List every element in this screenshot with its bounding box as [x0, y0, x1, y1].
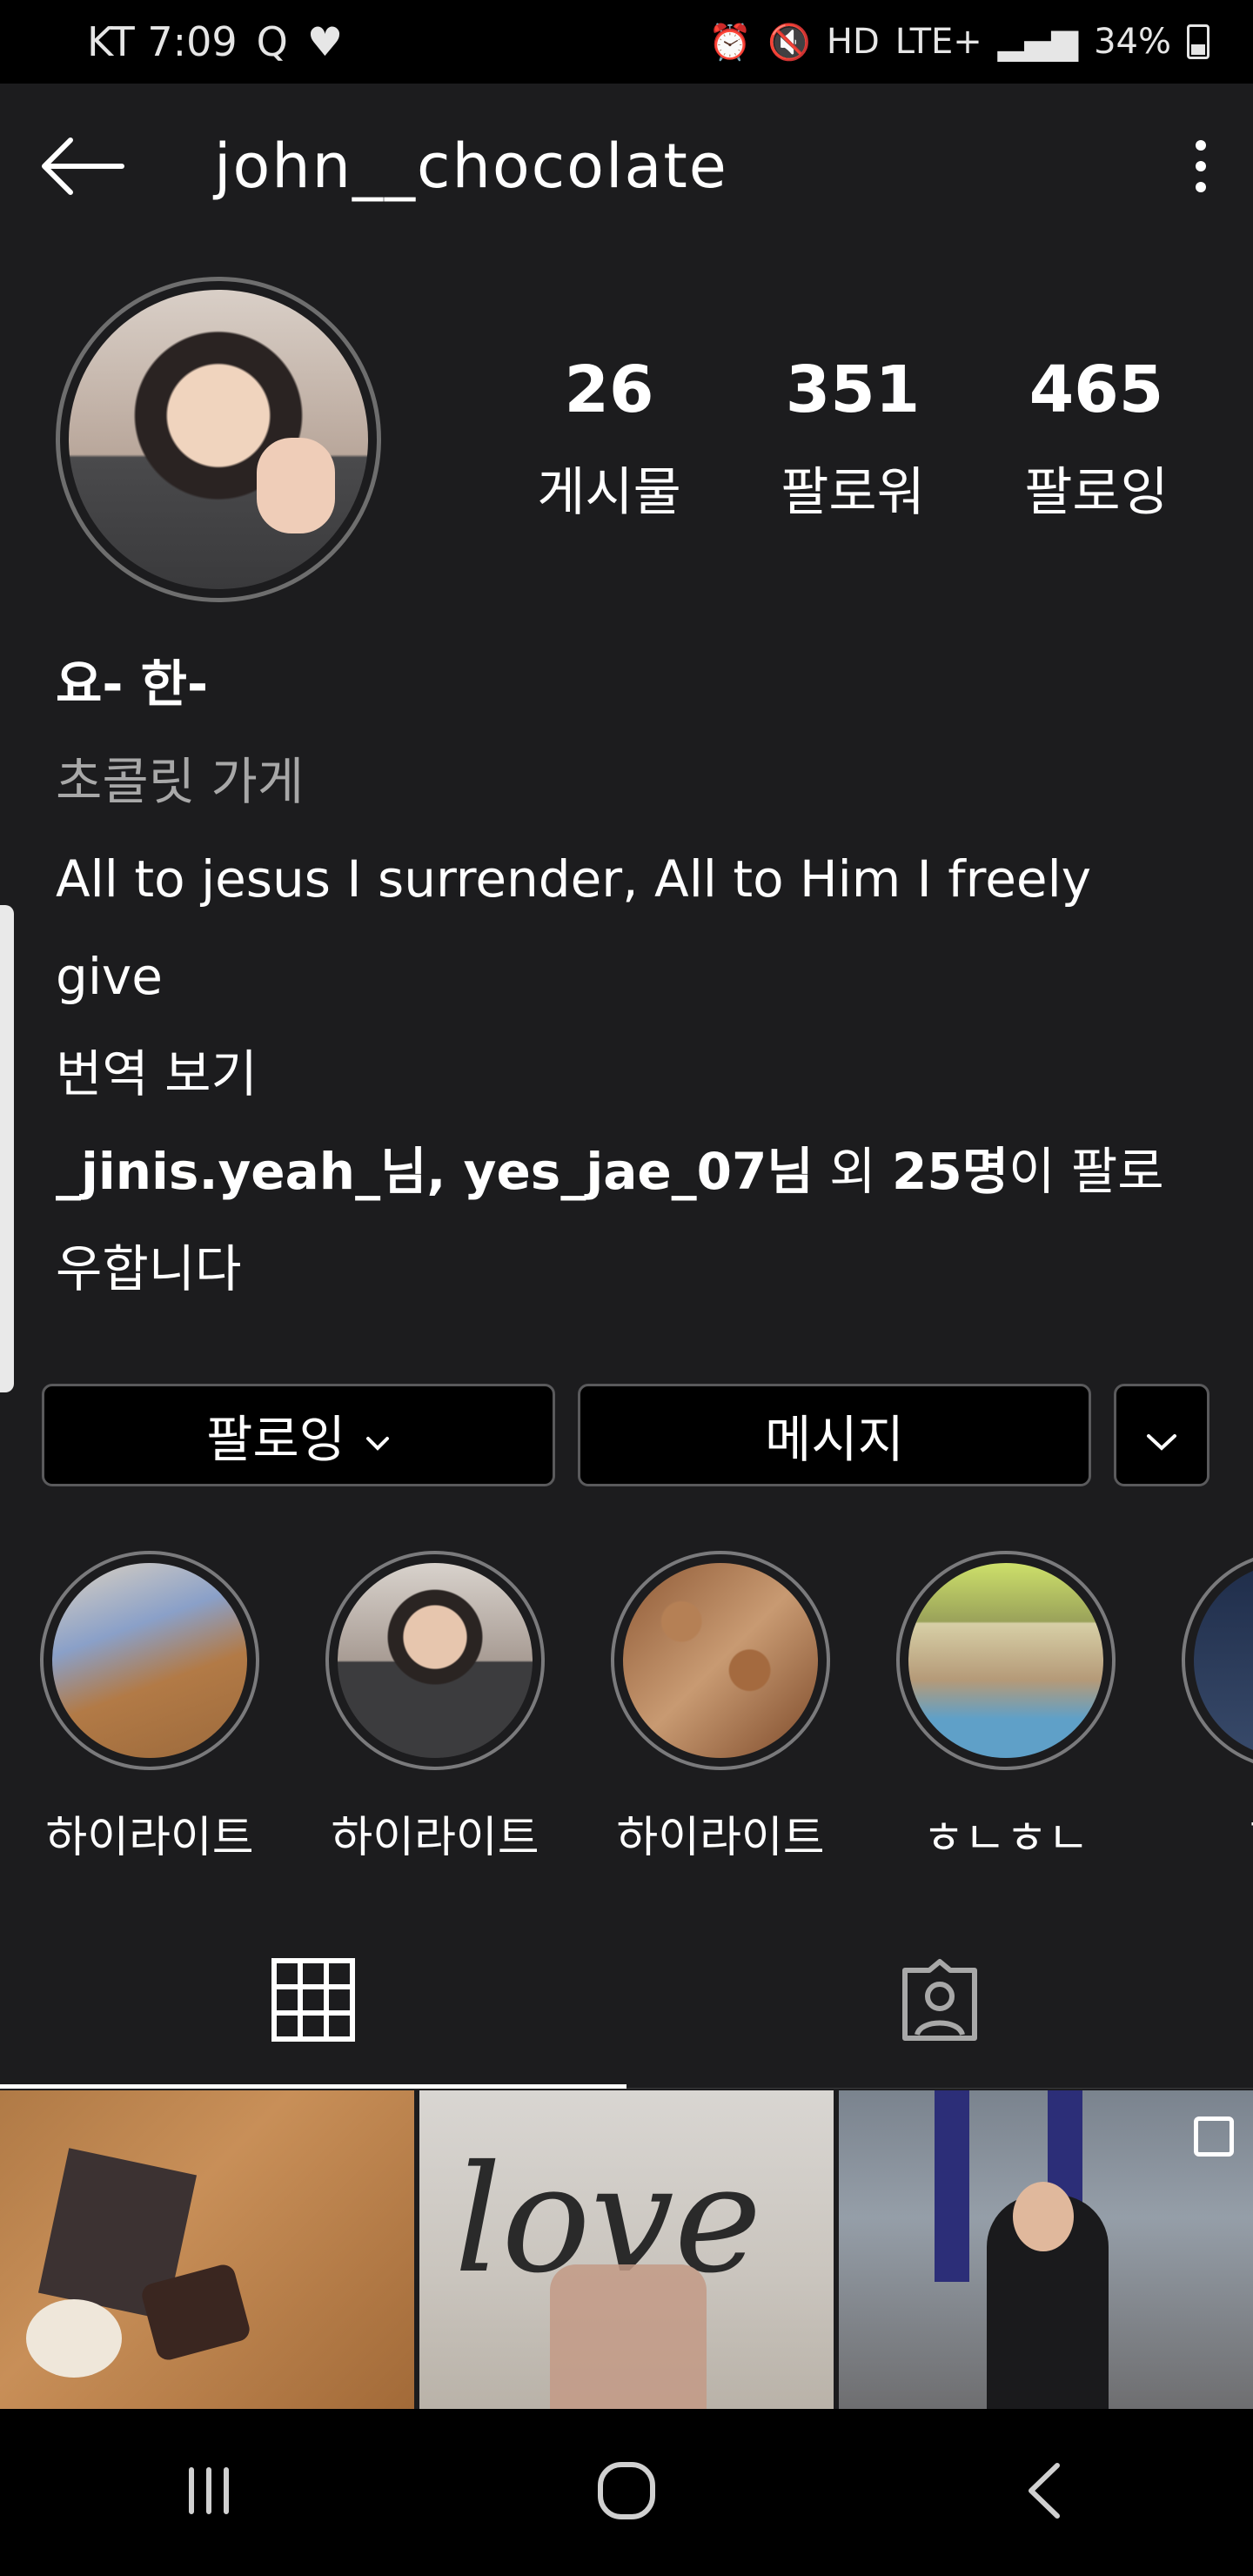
- highlight-cover: [52, 1563, 247, 1758]
- chevron-down-icon: [1144, 1405, 1179, 1465]
- highlight-label: 하이라이트: [616, 1813, 825, 1855]
- stat-followers-label: 팔로워: [781, 462, 925, 523]
- avatar-image: [69, 290, 368, 589]
- status-bar: KT 7:09 Q ♥ ⏰ 🔇 HD LTE+ ▂▄▆ 34%: [0, 0, 1253, 84]
- back-arrow-icon[interactable]: [35, 118, 131, 214]
- alarm-icon: ⏰: [708, 22, 753, 63]
- q-icon: Q: [256, 18, 288, 65]
- followed-by-names: _jinis.yeah_님, yes_jae_07님: [56, 1142, 814, 1201]
- carrier-time: KT 7:09: [87, 18, 238, 65]
- heart-icon: ♥: [306, 18, 344, 65]
- stat-following[interactable]: 465 팔로잉: [975, 352, 1218, 526]
- highlight-cover: [623, 1563, 818, 1758]
- home-button[interactable]: [418, 2460, 835, 2525]
- stat-followers[interactable]: 351 팔로워: [731, 352, 975, 526]
- highlight-label: 하이라이트: [331, 1813, 539, 1855]
- bio-display-name: 요- 한-: [56, 654, 209, 714]
- battery-percent: 34%: [1094, 22, 1171, 62]
- stat-followers-value: 351: [785, 352, 921, 427]
- home-icon: [596, 2460, 657, 2525]
- stat-posts[interactable]: 26 게시물: [487, 352, 731, 526]
- back-icon: [1022, 2460, 1066, 2525]
- tab-posts-grid[interactable]: [0, 1915, 626, 2089]
- suggested-accounts-button[interactable]: [1114, 1384, 1209, 1486]
- network-label: LTE+: [895, 22, 982, 62]
- followed-by-mid: 외: [813, 1142, 892, 1201]
- profile-actions: 팔로잉 메시지: [42, 1384, 1211, 1486]
- signal-icon: ▂▄▆: [997, 22, 1079, 62]
- edge-panel-handle[interactable]: [0, 905, 14, 1392]
- bio-text: All to jesus I surrender, All to Him I f…: [56, 849, 1092, 1006]
- highlight-label: 하이라이트: [45, 1813, 254, 1855]
- multiple-photos-icon: [1194, 2116, 1234, 2157]
- chevron-down-icon: [365, 1405, 391, 1465]
- followed-by-count: 25명: [891, 1142, 1009, 1201]
- highlight-item[interactable]: 하이: [1182, 1551, 1253, 1855]
- more-options-icon[interactable]: [1183, 140, 1218, 192]
- highlight-cover: [338, 1563, 533, 1758]
- message-button-label: 메시지: [764, 1410, 905, 1469]
- post-thumbnail[interactable]: love: [419, 2090, 834, 2409]
- back-button[interactable]: [835, 2460, 1253, 2525]
- highlight-item[interactable]: 하이라이트: [325, 1551, 545, 1855]
- highlight-item[interactable]: 하이라이트: [611, 1551, 830, 1855]
- stat-posts-label: 게시물: [537, 462, 681, 523]
- profile-tabs: [0, 1915, 1253, 2089]
- battery-icon: [1187, 24, 1209, 59]
- following-button-label: 팔로잉: [205, 1410, 346, 1469]
- recent-apps-icon: [183, 2465, 235, 2520]
- highlight-item[interactable]: 하이라이트: [40, 1551, 259, 1855]
- following-button[interactable]: 팔로잉: [42, 1384, 555, 1486]
- recent-apps-button[interactable]: [0, 2465, 418, 2520]
- system-navigation-bar: [0, 2409, 1253, 2576]
- post-grid: love: [0, 2090, 1253, 2409]
- translate-link[interactable]: 번역 보기: [56, 1025, 1204, 1123]
- top-bar: john__chocolate: [0, 84, 1253, 249]
- active-tab-indicator: [0, 2084, 626, 2089]
- message-button[interactable]: 메시지: [578, 1384, 1091, 1486]
- highlight-cover: [1194, 1563, 1253, 1758]
- tabs-divider: [626, 2088, 1253, 2089]
- tagged-person-icon: [898, 1958, 982, 2045]
- hd-badge: HD: [826, 22, 880, 62]
- highlight-item[interactable]: ㅎㄴㅎㄴ: [896, 1551, 1116, 1855]
- stat-posts-value: 26: [564, 352, 654, 427]
- tab-tagged[interactable]: [626, 1915, 1253, 2089]
- stat-following-label: 팔로잉: [1024, 462, 1169, 523]
- bio-category: 초콜릿 가게: [56, 752, 305, 811]
- highlight-label: ㅎㄴㅎㄴ: [922, 1813, 1089, 1855]
- mute-icon: 🔇: [767, 22, 811, 63]
- post-thumbnail[interactable]: [839, 2090, 1253, 2409]
- profile-stats: 26 게시물 351 팔로워 465 팔로잉: [487, 352, 1218, 526]
- post-thumbnail[interactable]: [0, 2090, 414, 2409]
- followed-by[interactable]: _jinis.yeah_님, yes_jae_07님 외 25명이 팔로우합니다: [56, 1123, 1204, 1318]
- profile-avatar[interactable]: [56, 277, 381, 602]
- highlight-cover: [908, 1563, 1103, 1758]
- stat-following-value: 465: [1029, 352, 1164, 427]
- profile-bio: 요- 한- 초콜릿 가게 All to jesus I surrender, A…: [56, 635, 1204, 1318]
- highlight-label: 하이: [1182, 1801, 1253, 1855]
- profile-username: john__chocolate: [214, 131, 728, 202]
- grid-icon: [271, 1958, 355, 2045]
- story-highlights: 하이라이트 하이라이트 하이라이트 ㅎㄴㅎㄴ 하이: [40, 1551, 1253, 1855]
